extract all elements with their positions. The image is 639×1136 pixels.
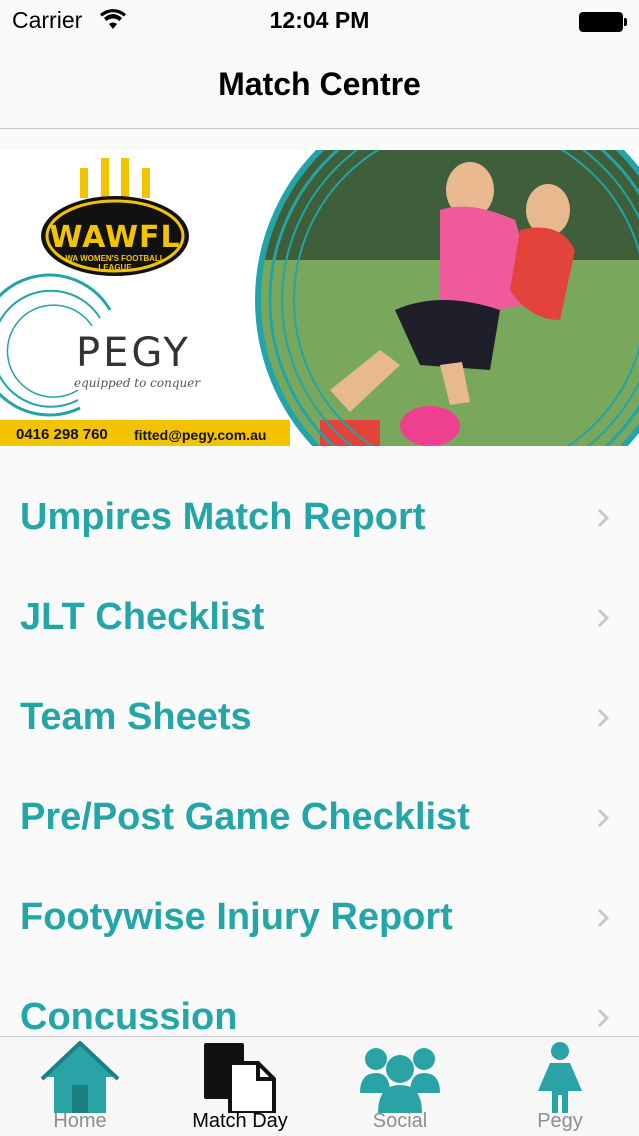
menu-item-label: Umpires Match Report <box>20 496 426 538</box>
match-centre-menu: Umpires Match Report JLT Checklist Team … <box>0 468 639 1068</box>
home-icon <box>40 1041 120 1113</box>
league-logo: WAWFL <box>49 220 181 255</box>
sponsor-tagline: equipped to conquer <box>74 376 201 390</box>
tab-social[interactable]: Social <box>320 1037 480 1136</box>
tab-label: Home <box>53 1110 107 1132</box>
chevron-right-icon <box>597 508 609 528</box>
menu-item-label: Concussion <box>20 996 238 1038</box>
chevron-right-icon <box>597 908 609 928</box>
clock: 12:04 PM <box>269 7 370 33</box>
menu-item-label: Footywise Injury Report <box>20 896 453 938</box>
tab-label: Pegy <box>537 1110 583 1132</box>
banner-artwork <box>0 150 639 446</box>
menu-item-pre-post-game-checklist[interactable]: Pre/Post Game Checklist <box>0 768 639 868</box>
menu-item-umpires-match-report[interactable]: Umpires Match Report <box>0 468 639 568</box>
tab-label: Match Day <box>192 1110 288 1132</box>
status-bar: Carrier 12:04 PM <box>0 0 639 40</box>
sponsor-banner[interactable]: WAWFL WA WOMEN'S FOOTBALL LEAGUE PEGY eq… <box>0 150 639 446</box>
navigation-bar: Match Centre <box>0 40 639 129</box>
menu-item-footywise-injury-report[interactable]: Footywise Injury Report <box>0 868 639 968</box>
tab-bar: Home Match Day Social Pegy <box>0 1036 639 1136</box>
sponsor-phone: 0416 298 760 <box>16 426 108 443</box>
chevron-right-icon <box>597 708 609 728</box>
league-subtitle: WA WOMEN'S FOOTBALL LEAGUE <box>65 254 165 272</box>
group-icon <box>360 1048 440 1113</box>
tab-pegy[interactable]: Pegy <box>480 1037 639 1136</box>
tab-label: Social <box>372 1110 428 1132</box>
chevron-right-icon <box>597 608 609 628</box>
menu-item-team-sheets[interactable]: Team Sheets <box>0 668 639 768</box>
tab-match-day[interactable]: Match Day <box>160 1037 320 1136</box>
menu-item-label: Team Sheets <box>20 696 252 738</box>
menu-item-jlt-checklist[interactable]: JLT Checklist <box>0 568 639 668</box>
chevron-right-icon <box>597 1008 609 1028</box>
woman-icon <box>538 1042 582 1113</box>
page-title: Match Centre <box>218 66 421 102</box>
battery-icon <box>579 12 627 32</box>
chevron-right-icon <box>597 808 609 828</box>
sponsor-logo: PEGY <box>76 330 191 376</box>
documents-icon <box>204 1043 276 1113</box>
tab-home[interactable]: Home <box>0 1037 160 1136</box>
sponsor-email: fitted@pegy.com.au <box>134 427 267 443</box>
menu-item-label: Pre/Post Game Checklist <box>20 796 470 838</box>
menu-item-label: JLT Checklist <box>20 596 265 638</box>
